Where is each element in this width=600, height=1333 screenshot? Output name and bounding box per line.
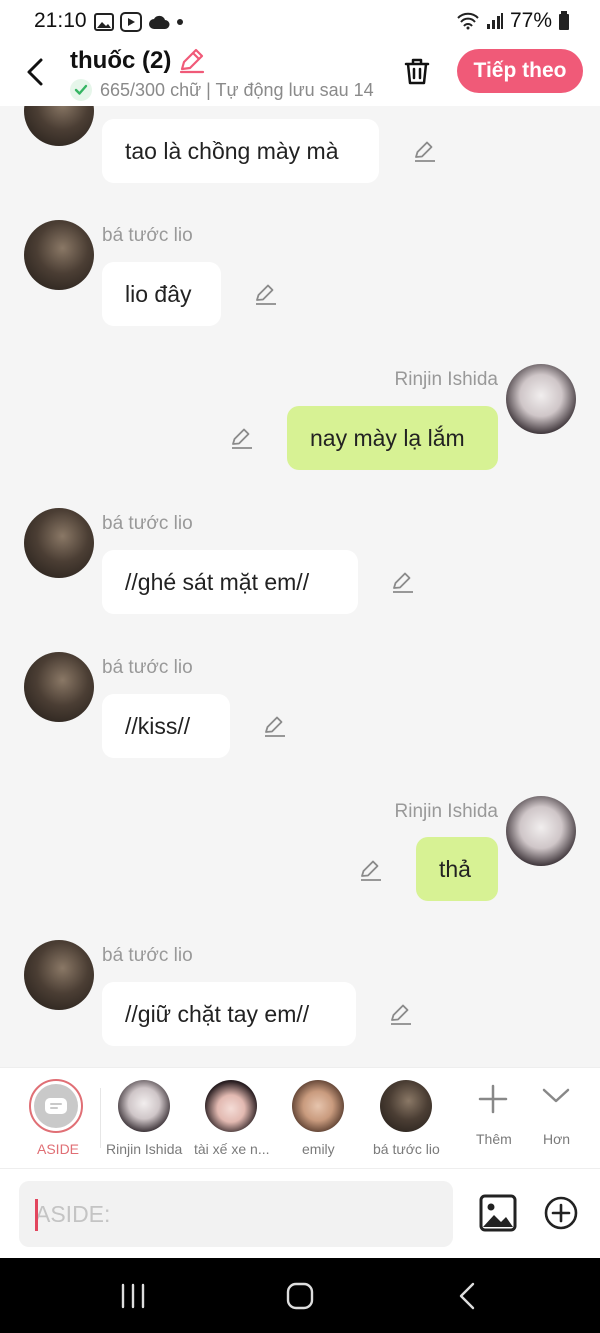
status-bar: 21:10 77% — [0, 0, 600, 44]
message-bubble[interactable]: lio đây — [102, 262, 221, 326]
recent-apps-icon[interactable] — [117, 1280, 149, 1312]
home-icon[interactable] — [284, 1280, 316, 1312]
dot-icon — [177, 19, 183, 25]
chat-area: tao là chồng mày mà bá tước lio lio đây … — [0, 106, 600, 1067]
message-bubble[interactable]: //ghé sát mặt em// — [102, 550, 358, 614]
sender-name: Rinjin Ishida — [394, 801, 499, 822]
word-count-text: 665/300 chữ | Tự động lưu sau 14 — [100, 79, 374, 100]
sender-name: Rinjin Ishida — [394, 369, 499, 390]
input-bar — [0, 1168, 600, 1259]
edit-message-pencil-icon[interactable] — [254, 282, 278, 306]
message-bubble-own[interactable]: nay mày lạ lắm — [287, 406, 498, 470]
status-right: 77% — [456, 9, 570, 33]
message-bubble[interactable]: //giữ chặt tay em// — [102, 982, 356, 1046]
edit-message-pencil-icon[interactable] — [263, 714, 287, 738]
avatar-ba-tuoc-lio[interactable] — [24, 652, 94, 722]
edit-message-pencil-icon[interactable] — [413, 139, 437, 163]
story-title-text: thuốc (2) — [70, 47, 172, 74]
signal-icon — [486, 13, 503, 29]
character-name: tài xế xe n... — [194, 1141, 270, 1157]
message-bubble[interactable]: tao là chồng mày mà — [102, 119, 379, 183]
battery-icon — [559, 11, 569, 30]
battery-level: 77% — [509, 9, 552, 32]
back-nav-icon[interactable] — [452, 1280, 484, 1312]
chevron-down-icon[interactable] — [541, 1086, 571, 1106]
expand-label: Hơn — [543, 1131, 571, 1147]
character-name: Rinjin Ishida — [106, 1141, 183, 1157]
message-bubble-own[interactable]: thả — [416, 837, 498, 901]
add-character-plus-icon[interactable] — [478, 1084, 508, 1114]
aside-icon — [45, 1098, 67, 1114]
edit-message-pencil-icon[interactable] — [389, 1002, 413, 1026]
edit-message-pencil-icon[interactable] — [359, 858, 383, 882]
sender-name: bá tước lio — [102, 657, 193, 678]
character-name: emily — [302, 1141, 335, 1157]
edit-message-pencil-icon[interactable] — [391, 570, 415, 594]
avatar-ba-tuoc-lio[interactable] — [24, 106, 94, 146]
media-icon — [120, 12, 142, 32]
avatar-rinjin-ishida[interactable] — [506, 796, 576, 866]
status-time: 21:10 — [34, 9, 87, 32]
character-name: bá tước lio — [373, 1141, 440, 1157]
aside-label: ASIDE — [37, 1141, 80, 1157]
back-arrow-icon[interactable] — [22, 56, 50, 88]
gallery-icon — [94, 13, 114, 31]
story-title[interactable]: thuốc (2) — [70, 47, 205, 75]
avatar-ba-tuoc-lio[interactable] — [24, 508, 94, 578]
image-icon[interactable] — [479, 1194, 517, 1232]
sender-name: bá tước lio — [102, 513, 193, 534]
add-circle-icon[interactable] — [544, 1196, 578, 1230]
trash-icon[interactable] — [402, 56, 432, 86]
character-selector-bar: ASIDE Rinjin Ishida tài xế xe n... emily… — [0, 1067, 600, 1168]
check-icon — [70, 79, 92, 101]
message-bubble[interactable]: //kiss// — [102, 694, 230, 758]
character-avatar-rinjin-ishida[interactable] — [118, 1080, 170, 1132]
character-avatar-ba-tuoc-lio[interactable] — [380, 1080, 432, 1132]
system-nav-bar — [0, 1258, 600, 1333]
character-avatar-emily[interactable] — [292, 1080, 344, 1132]
text-caret — [35, 1199, 38, 1231]
divider — [100, 1088, 101, 1148]
avatar-rinjin-ishida[interactable] — [506, 364, 576, 434]
message-input[interactable] — [19, 1181, 453, 1247]
add-character-label: Thêm — [476, 1131, 512, 1147]
avatar-ba-tuoc-lio[interactable] — [24, 940, 94, 1010]
header: thuốc (2) 665/300 chữ | Tự động lưu sau … — [0, 44, 600, 106]
sender-name: bá tước lio — [102, 945, 193, 966]
wifi-icon — [457, 12, 479, 30]
status-notification-icons — [94, 12, 184, 32]
aside-button[interactable] — [29, 1079, 83, 1133]
word-count-autosave: 665/300 chữ | Tự động lưu sau 14 — [70, 79, 375, 101]
cloud-icon — [149, 15, 170, 29]
character-avatar-tai-xe[interactable] — [205, 1080, 257, 1132]
avatar-ba-tuoc-lio[interactable] — [24, 220, 94, 290]
next-button[interactable]: Tiếp theo — [457, 49, 583, 93]
edit-message-pencil-icon[interactable] — [230, 426, 254, 450]
sender-name: bá tước lio — [102, 225, 193, 246]
edit-title-pencil-icon[interactable] — [177, 47, 205, 75]
